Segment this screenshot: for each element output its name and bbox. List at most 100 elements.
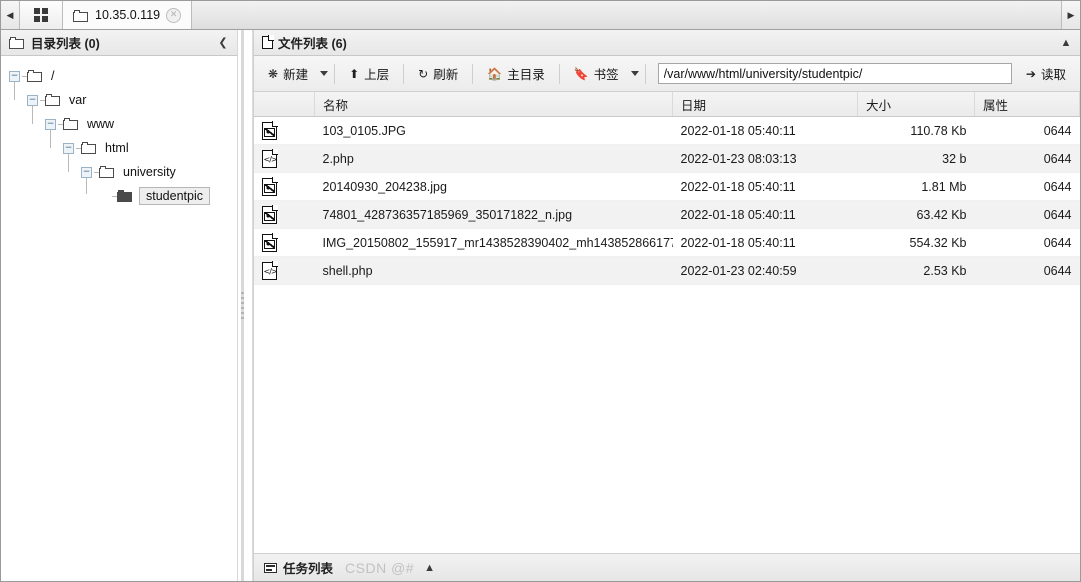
grid-icon — [34, 8, 48, 22]
file-size-cell: 110.78 Kb — [857, 116, 975, 145]
column-header-attr[interactable]: 属性 — [974, 92, 1080, 117]
watermark: CSDN @# — [345, 559, 415, 576]
tree-toggle-icon[interactable]: − — [81, 166, 92, 178]
toolbar-separator — [644, 63, 646, 84]
home-icon: 🏠 — [487, 66, 503, 81]
table-row[interactable]: </> shell.php 2022-01-23 02:40:59 2.53 K… — [254, 256, 1080, 285]
tree-node-www[interactable]: − www — [7, 106, 233, 136]
up-button[interactable]: ⬆ 上层 — [341, 61, 397, 87]
file-panel-collapse-button[interactable]: ▲ — [1058, 37, 1074, 49]
table-row[interactable]: IMG_20150802_155917_mr1438528390402_mh14… — [254, 228, 1080, 257]
bookmark-icon: 🔖 — [573, 66, 589, 81]
tab-label: 10.35.0.119 — [95, 8, 161, 22]
file-size-cell: 32 b — [857, 144, 975, 173]
tab-scroll-left-button[interactable]: ◀ — [1, 1, 20, 29]
directory-panel-collapse-button[interactable]: ❮ — [215, 36, 231, 49]
file-toolbar: ❋ 新建 ⬆ 上层 ↻ 刷新 🏠 主目录 🔖 书签 /var/www/html/… — [254, 56, 1080, 92]
tree-toggle-icon[interactable]: − — [45, 118, 56, 130]
image-file-icon — [262, 120, 278, 140]
read-button-label: 读取 — [1040, 68, 1066, 82]
file-size-cell: 554.32 Kb — [857, 228, 975, 257]
folder-icon — [99, 166, 115, 178]
task-list-bar-inner[interactable]: 任务列表 CSDN @# ▲ — [254, 554, 1080, 581]
file-date-cell: 2022-01-23 02:40:59 — [672, 256, 858, 285]
main-content: 目录列表 (0) ❮ − / − var − www − html − univ… — [1, 30, 1080, 581]
tree-toggle-icon[interactable]: − — [9, 70, 20, 82]
refresh-button[interactable]: ↻ 刷新 — [410, 61, 466, 87]
tree-node-var[interactable]: − var — [7, 82, 233, 112]
file-name-cell: 74801_428736357185969_350171822_n.jpg — [314, 200, 673, 229]
image-file-icon — [262, 232, 278, 252]
table-row[interactable]: 103_0105.JPG 2022-01-18 05:40:11 110.78 … — [254, 116, 1080, 145]
file-type-cell — [254, 116, 315, 145]
tree-node-label: html — [105, 141, 129, 155]
file-date-cell: 2022-01-18 05:40:11 — [672, 200, 858, 229]
folder-icon — [9, 37, 24, 49]
file-type-cell: </> — [254, 256, 315, 285]
table-row[interactable]: 74801_428736357185969_350171822_n.jpg 20… — [254, 200, 1080, 229]
file-name-cell: IMG_20150802_155917_mr1438528390402_mh14… — [314, 228, 673, 257]
tab-bar: ◀ 10.35.0.119 ✕ ▶ — [1, 1, 1080, 30]
image-file-icon — [262, 204, 278, 224]
file-panel: 文件列表 (6) ▲ ❋ 新建 ⬆ 上层 ↻ 刷新 🏠 主目录 🔖 书签 /va… — [253, 30, 1080, 581]
arrow-right-icon: ➔ — [1025, 66, 1036, 81]
tree-node-studentpic[interactable]: studentpic — [7, 178, 233, 208]
image-file-icon — [262, 176, 278, 196]
file-manager-window: ◀ 10.35.0.119 ✕ ▶ 目录列表 (0) ❮ − / − var −… — [0, 0, 1081, 582]
home-button-label: 主目录 — [507, 68, 545, 82]
directory-panel-header: 目录列表 (0) ❮ — [1, 30, 237, 56]
toolbar-separator — [472, 63, 474, 84]
tree-node-label: studentpic — [139, 187, 210, 205]
column-header-date[interactable]: 日期 — [672, 92, 858, 117]
file-panel-header: 文件列表 (6) ▲ — [254, 30, 1080, 56]
folder-icon — [73, 9, 88, 22]
file-table: 名称 日期 大小 属性 103_0105.JPG 2022-01-18 05:4… — [254, 92, 1080, 285]
task-list-expand-button[interactable]: ▲ — [420, 562, 439, 574]
bookmark-dropdown-caret-icon[interactable] — [630, 71, 639, 76]
tree-node-html[interactable]: − html — [7, 130, 233, 160]
path-input[interactable] — [657, 63, 1012, 84]
tree-node-label: www — [87, 117, 115, 131]
arrow-up-icon: ⬆ — [349, 66, 360, 81]
toolbar-separator — [558, 63, 560, 84]
refresh-button-label: 刷新 — [433, 68, 459, 82]
new-dropdown-caret-icon[interactable] — [320, 71, 329, 76]
directory-panel-title: 目录列表 (0) — [31, 37, 100, 51]
tree-node-root[interactable]: − / — [7, 64, 233, 88]
tab-host-10-35-0-119[interactable]: 10.35.0.119 ✕ — [63, 1, 193, 29]
task-list-label: 任务列表 — [283, 562, 334, 576]
column-header-name[interactable]: 名称 — [314, 92, 673, 117]
splitter-grip[interactable] — [240, 292, 244, 319]
file-name-cell: 20140930_204238.jpg — [314, 172, 673, 201]
panel-splitter[interactable] — [238, 30, 253, 581]
tree-toggle-icon[interactable]: − — [27, 94, 38, 106]
read-button[interactable]: ➔ 读取 — [1018, 61, 1074, 87]
directory-tree: − / − var − www − html − university stud… — [1, 56, 237, 581]
tree-node-university[interactable]: − university — [7, 154, 233, 184]
tree-elbow — [99, 191, 110, 202]
file-list: 名称 日期 大小 属性 103_0105.JPG 2022-01-18 05:4… — [254, 92, 1080, 553]
table-row[interactable]: 20140930_204238.jpg 2022-01-18 05:40:11 … — [254, 172, 1080, 201]
home-button[interactable]: 🏠 主目录 — [479, 61, 552, 87]
tab-scroll-right-button[interactable]: ▶ — [1061, 1, 1080, 29]
file-attr-cell: 0644 — [974, 200, 1080, 229]
tab-dashboard[interactable] — [20, 1, 63, 29]
file-size-cell: 63.42 Kb — [857, 200, 975, 229]
column-header-size[interactable]: 大小 — [857, 92, 975, 117]
file-attr-cell: 0644 — [974, 116, 1080, 145]
tree-node-label: var — [69, 93, 87, 107]
task-list-bar: 任务列表 CSDN @# ▲ — [254, 553, 1080, 581]
table-row[interactable]: </> 2.php 2022-01-23 08:03:13 32 b 0644 — [254, 144, 1080, 173]
file-panel-title: 文件列表 (6) — [278, 37, 347, 51]
new-button-label: 新建 — [283, 68, 309, 82]
column-header-icon[interactable] — [254, 92, 315, 117]
close-icon[interactable]: ✕ — [166, 7, 182, 23]
bookmark-button[interactable]: 🔖 书签 — [566, 61, 627, 87]
plus-circle-icon: ❋ — [268, 66, 279, 81]
file-type-cell — [254, 200, 315, 229]
bookmark-button-label: 书签 — [593, 68, 619, 82]
folder-icon — [81, 142, 97, 154]
tree-toggle-icon[interactable]: − — [63, 142, 74, 154]
new-button[interactable]: ❋ 新建 — [260, 61, 316, 87]
toolbar-separator — [403, 63, 405, 84]
